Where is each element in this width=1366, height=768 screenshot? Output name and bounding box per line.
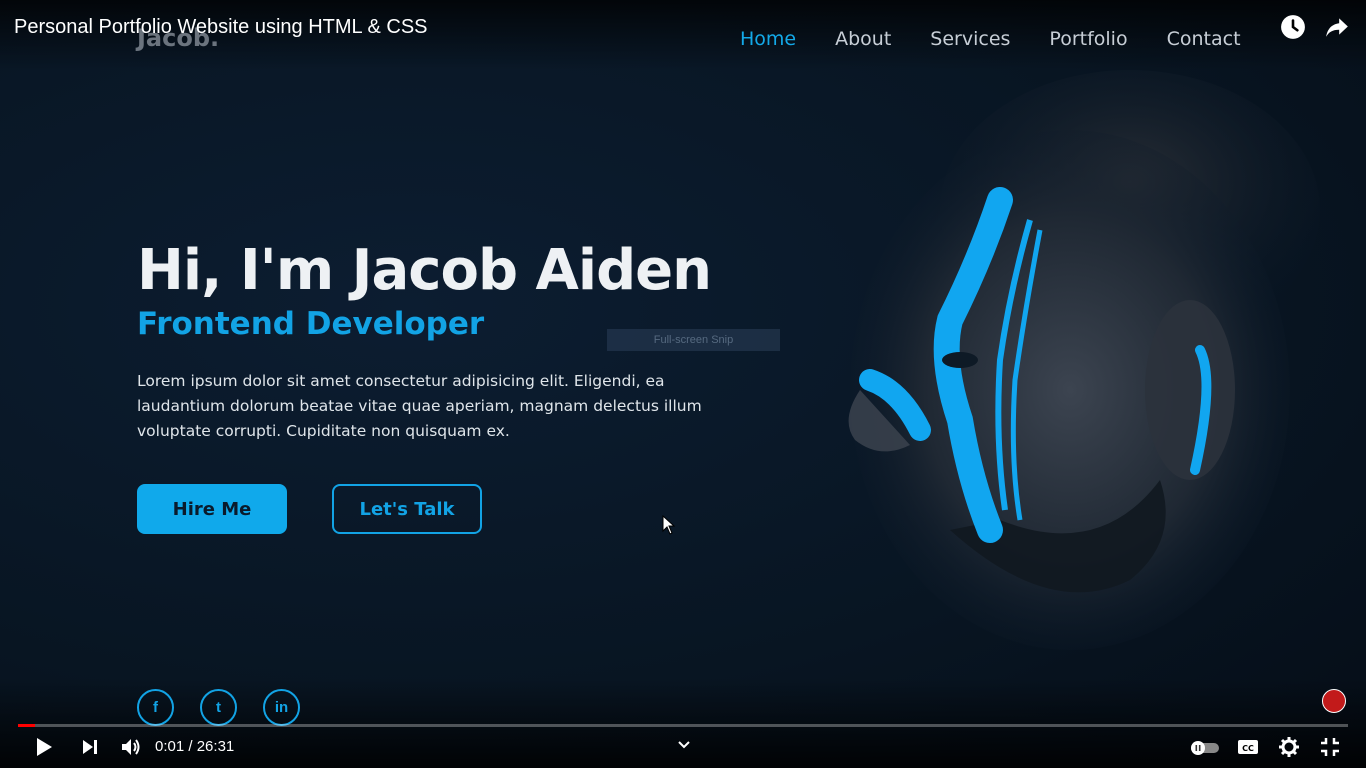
autoplay-toggle-icon[interactable] bbox=[1190, 736, 1220, 758]
twitter-icon[interactable]: t bbox=[200, 689, 237, 726]
top-actions bbox=[1280, 14, 1350, 40]
hero-title: Hi, I'm Jacob Aiden bbox=[137, 238, 712, 303]
video-frame[interactable]: Jacob. Home About Services Portfolio Con… bbox=[0, 0, 1366, 768]
chevron-down-icon[interactable] bbox=[677, 738, 691, 752]
subscribe-badge-icon[interactable] bbox=[1322, 689, 1346, 713]
mouse-cursor-icon bbox=[662, 515, 676, 535]
hero-description: Lorem ipsum dolor sit amet consectetur a… bbox=[137, 372, 702, 440]
nav-home[interactable]: Home bbox=[740, 28, 796, 50]
lets-talk-button[interactable]: Let's Talk bbox=[332, 484, 482, 534]
site-nav: Home About Services Portfolio Contact bbox=[740, 28, 1241, 50]
next-icon[interactable] bbox=[81, 736, 99, 758]
progress-fill bbox=[18, 724, 36, 727]
hire-me-button[interactable]: Hire Me bbox=[137, 484, 287, 534]
svg-text:CC: CC bbox=[1242, 744, 1254, 753]
volume-icon[interactable] bbox=[120, 736, 142, 758]
social-links: f t in bbox=[137, 689, 300, 726]
time-total: 26:31 bbox=[196, 738, 235, 755]
watch-later-icon[interactable] bbox=[1280, 14, 1306, 40]
time-current: 0:01 bbox=[155, 738, 185, 755]
hero-subtitle: Frontend Developer bbox=[137, 306, 485, 342]
snip-tooltip: Full-screen Snip bbox=[607, 329, 780, 351]
exit-fullscreen-icon[interactable] bbox=[1319, 736, 1341, 758]
play-icon[interactable] bbox=[34, 736, 54, 758]
nav-services[interactable]: Services bbox=[930, 28, 1010, 50]
settings-gear-icon[interactable] bbox=[1278, 736, 1300, 758]
nav-portfolio[interactable]: Portfolio bbox=[1049, 28, 1127, 50]
time-display: 0:01 / 26:31 bbox=[155, 738, 235, 755]
progress-bar[interactable] bbox=[18, 724, 1348, 727]
video-title[interactable]: Personal Portfolio Website using HTML & … bbox=[14, 16, 428, 39]
share-icon[interactable] bbox=[1324, 14, 1350, 40]
linkedin-icon[interactable]: in bbox=[263, 689, 300, 726]
facebook-icon[interactable]: f bbox=[137, 689, 174, 726]
nav-about[interactable]: About bbox=[835, 28, 891, 50]
portrait-image bbox=[848, 70, 1320, 650]
nav-contact[interactable]: Contact bbox=[1167, 28, 1241, 50]
player-controls: 0:01 / 26:31 CC bbox=[0, 732, 1366, 764]
captions-icon[interactable]: CC bbox=[1237, 736, 1259, 758]
